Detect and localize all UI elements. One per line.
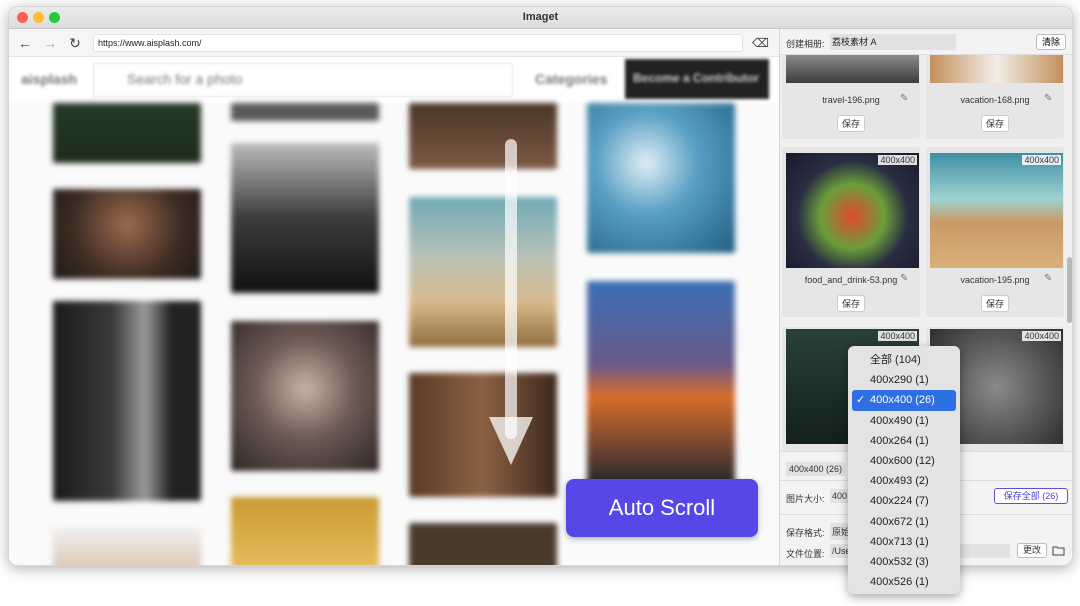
album-input[interactable]: 荔枝素材 A [830,34,956,50]
scroll-arrow-shaft [505,139,517,439]
thumbnail[interactable] [786,55,919,83]
dropdown-option[interactable]: 400x532 (3) [852,552,956,572]
browser-toolbar: ← → ↻ https://www.aisplash.com/ ⌫ [9,29,779,57]
thumbnail[interactable]: 400x400 [786,153,919,268]
eraser-icon[interactable]: ⌫ [752,35,769,51]
dropdown-option[interactable]: 400x600 (12) [852,451,956,471]
location-label: 文件位置: [786,549,825,559]
save-all-button[interactable]: 保存全部 (26) [994,488,1068,504]
album-label: 创建相册: [786,39,825,49]
thumbnail[interactable]: 400x400 [930,153,1063,268]
dropdown-option[interactable]: 400x290 (1) [852,370,956,390]
size-badge: 400x400 [1022,331,1061,341]
window-title: Imaget [522,11,559,23]
dropdown-option[interactable]: 400x490 (1) [852,411,956,431]
site-header: aisplash Search for a photo Categories B… [9,57,779,103]
contributor-text: Become a Contributor [633,71,760,85]
image-card: travel-196.png ✎ 保存 [782,55,920,139]
reload-icon[interactable]: ↻ [67,35,83,51]
dropdown-option[interactable]: ✓ 400x400 (26) [852,390,956,411]
url-field[interactable]: https://www.aisplash.com/ [93,34,743,52]
dropdown-option[interactable]: 400x713 (1) [852,532,956,552]
panel-scrollbar[interactable] [1067,257,1072,323]
size-badge: 400x400 [1022,155,1061,165]
photo-city-bw[interactable] [231,143,379,293]
save-button[interactable]: 保存 [981,295,1010,312]
forward-icon[interactable]: → [42,35,58,51]
photo-dark-room[interactable] [409,523,557,565]
save-button[interactable]: 保存 [837,115,866,132]
change-button[interactable]: 更改 [1017,543,1047,558]
edit-pencil-icon[interactable]: ✎ [1044,273,1052,284]
dropdown-option[interactable]: 全部 (104) [852,350,956,370]
scroll-arrow-head-icon [489,417,533,465]
checkmark-icon: ✓ [856,394,866,407]
photo-forest[interactable] [53,103,201,163]
photo-person-desk[interactable] [53,189,201,279]
folder-icon[interactable] [1052,545,1065,556]
size-filter-dropdown: 全部 (104) 400x290 (1) ✓ 400x400 (26) 400x490 … [848,346,960,594]
dropdown-option[interactable]: 400x224 (7) [852,491,956,511]
size-filter-select[interactable]: 400x400 (26) [786,462,846,476]
save-button[interactable]: 保存 [981,115,1010,132]
edit-pencil-icon[interactable]: ✎ [900,273,908,284]
save-button[interactable]: 保存 [837,295,866,312]
image-card: vacation-168.png ✎ 保存 [926,55,1064,139]
edit-pencil-icon[interactable]: ✎ [1044,93,1052,104]
photo-cosmetics[interactable] [53,301,201,501]
site-search-text: Search for a photo [127,71,243,87]
title-bar: Imaget [9,7,1072,29]
back-icon[interactable]: ← [17,35,33,51]
photo-bookshelf[interactable] [409,373,557,497]
dropdown-option-label: 400x400 (26) [870,394,935,407]
photo-night-station[interactable] [587,281,735,491]
photo-shelf[interactable] [231,497,379,565]
photo-restaurant[interactable] [409,103,557,169]
photo-portrait[interactable] [53,527,201,565]
thumbnail[interactable] [930,55,1063,83]
web-page: aisplash Search for a photo Categories B… [9,57,779,565]
image-card: 400x400 food_and_drink-53.png ✎ 保存 [782,147,920,317]
clear-button[interactable]: 清除 [1036,34,1066,50]
site-logo[interactable]: aisplash [21,71,77,87]
auto-scroll-button[interactable]: Auto Scroll [566,479,758,537]
dropdown-option[interactable]: 400x493 (2) [852,471,956,491]
size-badge: 400x400 [878,331,917,341]
photo-beach[interactable] [409,197,557,347]
format-label: 保存格式: [786,528,825,538]
dropdown-option[interactable]: 400x672 (1) [852,512,956,532]
dropdown-option[interactable]: 400x526 (1) [852,572,956,592]
photo-water[interactable] [587,103,735,253]
image-card: 400x400 vacation-195.png ✎ 保存 [926,147,1064,317]
photo-old-woman[interactable] [231,321,379,471]
pic-size-label: 图片大小: [786,494,825,504]
album-row: 创建相册: 荔枝素材 A 清除 [780,29,1072,55]
dropdown-option[interactable]: 400x264 (1) [852,431,956,451]
site-categories[interactable]: Categories [535,71,607,87]
photo-city-strip[interactable] [231,103,379,121]
size-badge: 400x400 [878,155,917,165]
edit-pencil-icon[interactable]: ✎ [900,93,908,104]
